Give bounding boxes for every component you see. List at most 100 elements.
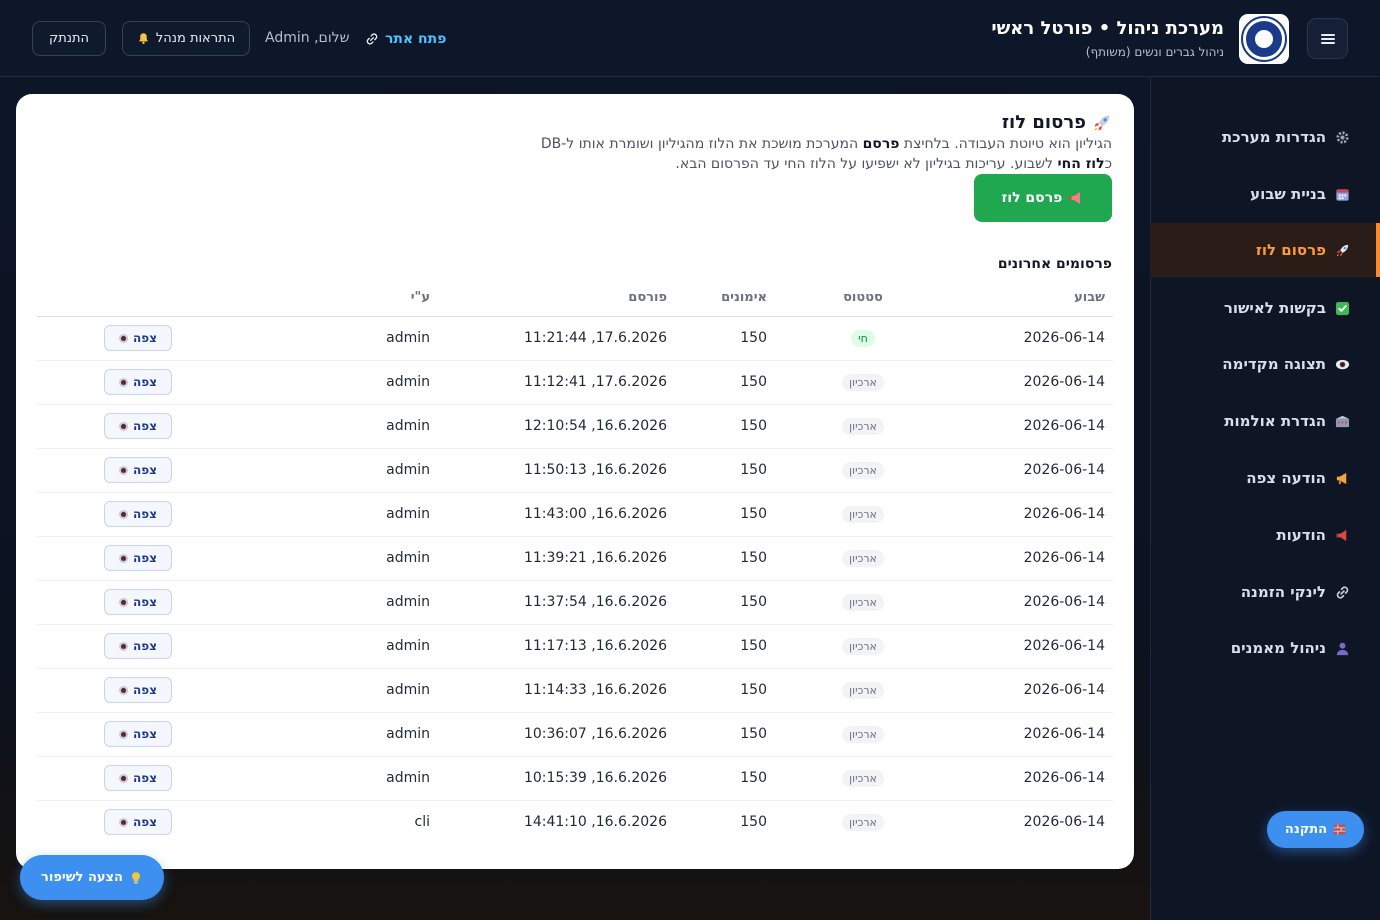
status-badge: חי [851,329,875,347]
cell-published: 16.6.2026, 11:17:13 [438,624,675,669]
eye-icon [119,817,129,827]
table-row: 2026-06-14 ארכיון 150 16.6.2026, 12:10:54 ad… [37,404,1113,449]
table-row: 2026-06-14 ארכיון 150 16.6.2026, 14:41:10 cl… [37,800,1113,844]
cell-status: ארכיון [775,756,951,801]
cell-published: 17.6.2026, 11:12:41 [438,360,675,405]
sidebar-item-approval-requests[interactable]: בקשות לאישור [1150,281,1380,335]
cell-trainings: 150 [675,404,775,449]
cell-week: 2026-06-14 [951,404,1113,449]
view-button[interactable]: צפה [104,721,172,747]
install-button[interactable]: התקנה [1267,811,1364,848]
sidebar-item-halls-settings[interactable]: הגדרת אולמות [1150,394,1380,448]
view-label: צפה [133,815,157,830]
cell-trainings: 150 [740,814,767,831]
view-button[interactable]: צפה [104,457,172,483]
table-row: 2026-06-14 חי 150 17.6.2026, 11:21:44 admin צ… [37,316,1113,361]
sidebar-item-preview[interactable]: תצוגה מקדימה [1150,337,1380,391]
page-title-text: פרסום לוז [1001,112,1086,133]
cell-published: 16.6.2026, 12:10:54 [438,404,675,449]
sidebar-item-week-builder[interactable]: בניית שבוע [1150,167,1380,221]
view-button[interactable]: צפה [104,545,172,571]
eye-icon [119,553,129,563]
column-trainings: אימונים [675,280,775,317]
cell-by: admin [239,536,438,581]
cell-published: 16.6.2026, 11:37:54 [438,580,675,625]
cell-trainings: 150 [675,668,775,713]
loudspeaker-icon [1334,527,1350,543]
sidebar-item-invite-links[interactable]: לינקי הזמנה [1150,565,1380,619]
cell-week: 2026-06-14 [951,536,1113,581]
view-button[interactable]: צפה [104,369,172,395]
view-button[interactable]: צפה [104,501,172,527]
calendar-icon [1334,186,1350,202]
suggest-improvement-button[interactable]: הצעה לשיפור [20,855,164,900]
cell-status: ארכיון [775,580,951,625]
cell-by: admin [239,492,438,537]
cell-status: ארכיון [775,712,951,757]
cell-published: 16.6.2026, 10:15:39 [438,756,675,801]
view-button[interactable]: צפה [104,677,172,703]
cell-trainings: 150 [675,756,775,801]
status-badge: ארכיון [842,725,884,743]
view-button[interactable]: צפה [104,589,172,615]
status-badge: ארכיון [842,769,884,787]
cell-by: admin [239,360,438,405]
sidebar-item-label: לינקי הזמנה [1240,583,1326,601]
sidebar-item-publish-schedule[interactable]: פרסום לוז [1150,223,1380,277]
menu-button[interactable] [1307,18,1348,59]
view-button[interactable]: צפה [104,325,172,351]
cell-by: admin [239,404,438,449]
status-badge: ארכיון [842,417,884,435]
cell-week: 2026-06-14 [951,756,1113,801]
cell-week: 2026-06-14 [951,448,1113,493]
club-logo [1239,14,1289,64]
link-icon [366,33,378,45]
link-icon [1334,584,1350,600]
app-subtitle: ניהול גברים ונשים (משותף) [1085,45,1224,59]
sidebar-item-messages[interactable]: הודעות [1150,508,1380,562]
status-badge: ארכיון [842,505,884,523]
cell-week: 2026-06-14 [1023,814,1105,831]
view-label: צפה [133,551,157,565]
view-button[interactable]: צפה [104,765,172,791]
eye-icon [119,465,129,475]
cell-status: ארכיון [775,668,951,713]
page-title: פרסום לוז [1002,112,1112,133]
view-label: צפה [133,771,157,785]
cell-trainings: 150 [675,316,775,361]
view-button[interactable]: צפה [104,633,172,659]
view-label: צפה [133,419,157,433]
cell-by: admin [239,580,438,625]
publish-schedule-button[interactable]: פרסם לוז [974,174,1112,222]
cell-trainings: 150 [675,712,775,757]
cell-trainings: 150 [675,624,775,669]
column-published: פורסם [438,280,675,317]
open-site-link[interactable]: פתח אתר [365,30,446,48]
sidebar-item-coaches-management[interactable]: ניהול מאמנים [1150,621,1380,675]
cell-by: admin [239,624,438,669]
view-button[interactable]: צפה [104,413,172,439]
status-badge: ארכיון [842,637,884,655]
cell-actions: צפה [37,536,239,581]
cell-by: admin [239,712,438,757]
sidebar-item-label: ניהול מאמנים [1230,639,1326,657]
sidebar-item-label: הגדרת אולמות [1224,412,1326,430]
cell-trainings: 150 [675,492,775,537]
eye-icon [119,421,129,431]
logout-button[interactable]: התנתק [32,21,106,56]
table-row: 2026-06-14 ארכיון 150 16.6.2026, 11:14:33 ad… [37,668,1113,713]
rocket-icon [1334,242,1350,258]
table-header-row: שבוע סטטוס אימונים פורסם ע"י [37,280,1113,317]
view-button[interactable]: צפה [104,809,172,836]
cell-actions: צפה [37,360,239,405]
admin-notifications-button[interactable]: התראות מנהל [122,21,250,56]
cell-week: 2026-06-14 [951,492,1113,537]
cell-by: cli [414,814,430,831]
cell-status: ארכיון [775,492,951,537]
cell-week: 2026-06-14 [951,668,1113,713]
cell-published: 16.6.2026, 10:36:07 [438,712,675,757]
description-line-2: כלוז החי לשבוע. עריכות בגיליון לא ישפיעו… [675,156,1112,172]
cell-by: admin [239,448,438,493]
sidebar-item-system-settings[interactable]: הגדרות מערכת [1150,110,1380,164]
sidebar-item-floating-message[interactable]: הודעה צפה [1150,451,1380,505]
